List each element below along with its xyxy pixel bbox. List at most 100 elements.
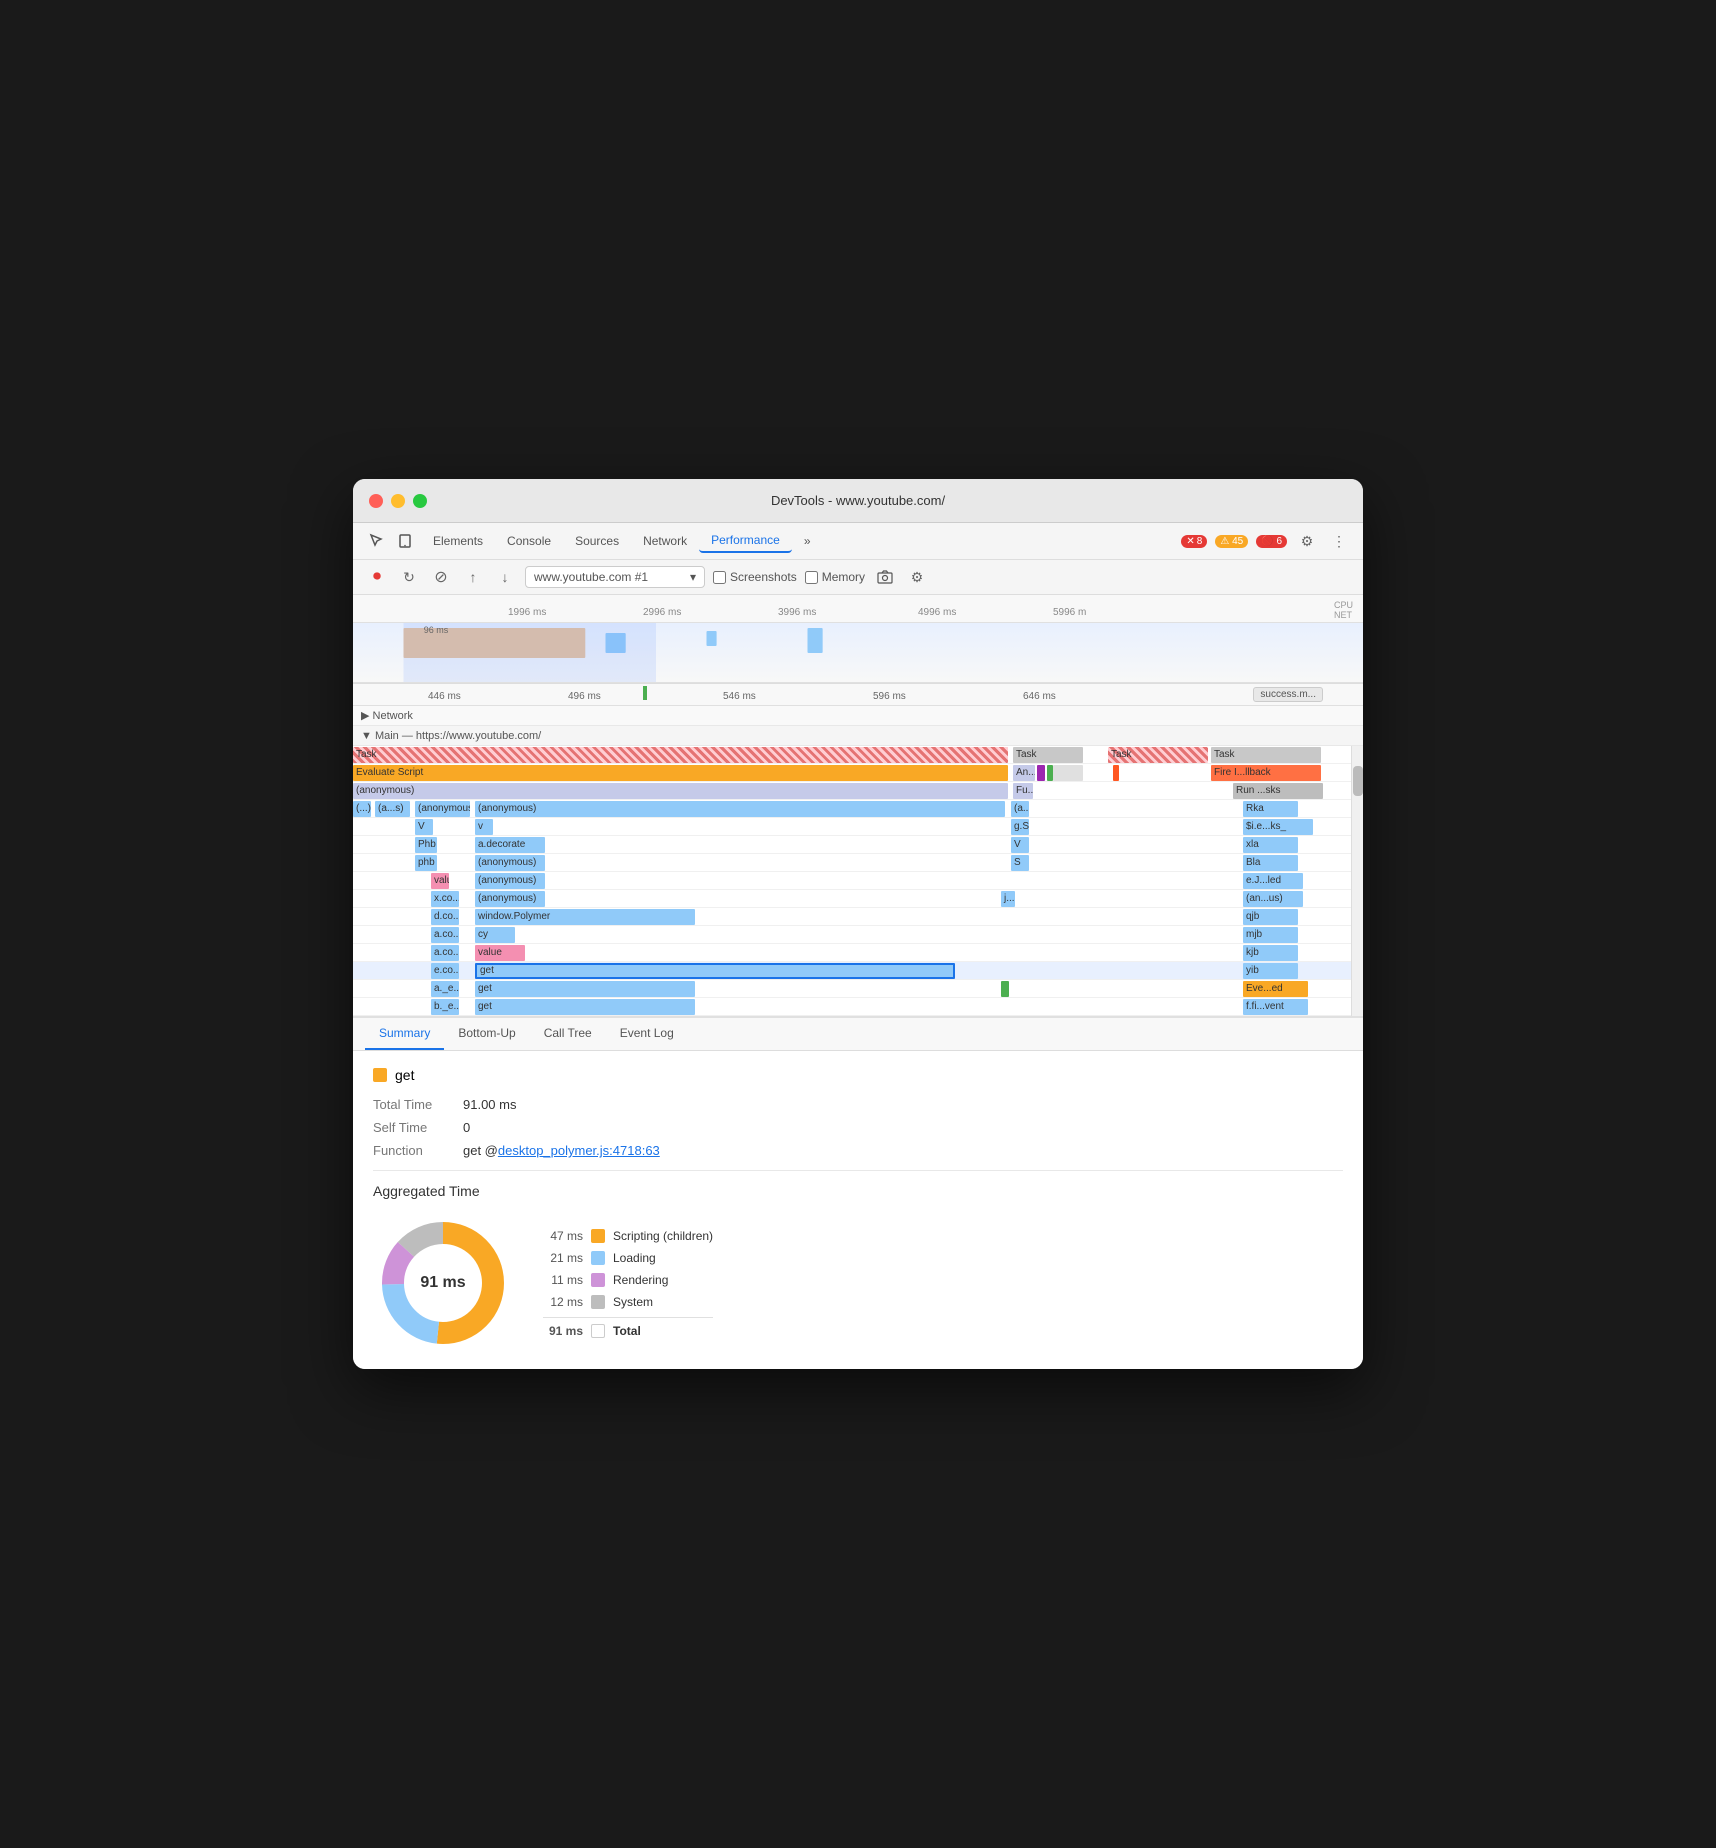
summary-content: get Total Time 91.00 ms Self Time 0 Func… — [353, 1051, 1363, 1369]
tab-network[interactable]: Network — [631, 530, 699, 552]
flame-scrollbar[interactable] — [1351, 746, 1363, 1016]
btab-call-tree[interactable]: Call Tree — [530, 1018, 606, 1050]
flame-row-get-selected[interactable]: e.co...ack get yib — [353, 962, 1363, 980]
ruler-mark-1: 1996 ms — [508, 607, 546, 618]
legend-row-system: 12 ms System — [543, 1295, 713, 1309]
tab-more[interactable]: » — [792, 530, 823, 552]
error-badge: ✕8 — [1181, 535, 1207, 548]
function-row: Function get @ desktop_polymer.js:4718:6… — [373, 1143, 1343, 1158]
refresh-icon[interactable]: ↻ — [397, 565, 421, 589]
more-icon[interactable]: ⋮ — [1327, 529, 1351, 553]
download-icon[interactable]: ↓ — [493, 565, 517, 589]
self-time-label: Self Time — [373, 1120, 463, 1135]
flame-row-funcs11: b._e...ties get f.fi...vent — [353, 998, 1363, 1016]
legend-name-total: Total — [613, 1324, 641, 1338]
legend-ms-system: 12 ms — [543, 1295, 583, 1309]
flame-row-funcs5: value (anonymous) e.J...led — [353, 872, 1363, 890]
cpu-net-labels: CPU NET — [1334, 600, 1353, 620]
legend-ms-loading: 21 ms — [543, 1251, 583, 1265]
log-badge: 🚫 6 — [1256, 535, 1287, 548]
capture-icon[interactable] — [873, 565, 897, 589]
flame-row-eval: Evaluate Script An...d Fire I...llback — [353, 764, 1363, 782]
legend-name-scripting: Scripting (children) — [613, 1229, 713, 1243]
legend-color-rendering — [591, 1273, 605, 1287]
tab-console[interactable]: Console — [495, 530, 563, 552]
traffic-lights — [369, 494, 427, 508]
inspect-icon[interactable] — [365, 529, 389, 553]
window-title: DevTools - www.youtube.com/ — [771, 493, 945, 508]
network-section-row: ▶ Network success.m... — [353, 706, 1363, 726]
success-badge: success.m... — [1253, 687, 1323, 702]
flame-row-funcs6: x.co...ack (anonymous) j... (an...us) — [353, 890, 1363, 908]
function-link[interactable]: desktop_polymer.js:4718:63 — [498, 1143, 660, 1158]
agg-content: 91 ms 47 ms Scripting (children) 21 ms L… — [373, 1213, 1343, 1353]
total-time-label: Total Time — [373, 1097, 463, 1112]
timeline-ruler: 1996 ms 2996 ms 3996 ms 4996 ms 5996 m C… — [353, 595, 1363, 623]
scrollbar-thumb[interactable] — [1353, 766, 1363, 796]
screenshots-label[interactable]: Screenshots — [713, 570, 797, 584]
timeline-mini[interactable]: 96 ms — [353, 623, 1363, 683]
flame-row-funcs4: phb (anonymous) S Bla — [353, 854, 1363, 872]
legend-name-rendering: Rendering — [613, 1273, 668, 1287]
flame-mark-546: 546 ms — [723, 691, 756, 702]
btab-bottom-up[interactable]: Bottom-Up — [444, 1018, 529, 1050]
legend-row-loading: 21 ms Loading — [543, 1251, 713, 1265]
flame-row-funcs1: (...) (a...s) (anonymous) (anonymous) (a… — [353, 800, 1363, 818]
legend-ms-scripting: 47 ms — [543, 1229, 583, 1243]
total-time-row: Total Time 91.00 ms — [373, 1097, 1343, 1112]
cpu-label: CPU — [1334, 600, 1353, 610]
legend-ms-rendering: 11 ms — [543, 1273, 583, 1287]
legend-row-total: 91 ms Total — [543, 1317, 713, 1338]
legend-row-rendering: 11 ms Rendering — [543, 1273, 713, 1287]
btab-event-log[interactable]: Event Log — [606, 1018, 688, 1050]
btab-summary[interactable]: Summary — [365, 1018, 444, 1050]
flame-mark-646: 646 ms — [1023, 691, 1056, 702]
clear-icon[interactable]: ⊘ — [429, 565, 453, 589]
main-label: ▼ Main — https://www.youtube.com/ — [361, 730, 541, 742]
main-section-row: ▼ Main — https://www.youtube.com/ — [353, 726, 1363, 746]
url-bar: www.youtube.com #1 ▾ — [525, 566, 705, 588]
screenshots-checkbox[interactable] — [713, 571, 726, 584]
flame-mark-596: 596 ms — [873, 691, 906, 702]
memory-label[interactable]: Memory — [805, 570, 865, 584]
donut-center-text: 91 ms — [420, 1274, 465, 1292]
close-button[interactable] — [369, 494, 383, 508]
settings-perf-icon[interactable]: ⚙ — [905, 565, 929, 589]
self-time-value: 0 — [463, 1120, 470, 1135]
flame-row-funcs10: a._e...ties get Eve...ed — [353, 980, 1363, 998]
minimize-button[interactable] — [391, 494, 405, 508]
flame-row-funcs7: d.co...ack window.Polymer qjb — [353, 908, 1363, 926]
memory-checkbox[interactable] — [805, 571, 818, 584]
legend-color-scripting — [591, 1229, 605, 1243]
maximize-button[interactable] — [413, 494, 427, 508]
upload-icon[interactable]: ↑ — [461, 565, 485, 589]
record-icon[interactable]: ⏺ — [365, 565, 389, 589]
devtools-window: DevTools - www.youtube.com/ Elements Con… — [353, 479, 1363, 1369]
main-toolbar: Elements Console Sources Network Perform… — [353, 523, 1363, 560]
divider — [373, 1170, 1343, 1171]
flame-ruler: 446 ms 496 ms 546 ms 596 ms 646 ms — [353, 684, 1363, 706]
flame-chart-section: 446 ms 496 ms 546 ms 596 ms 646 ms ▶ Net… — [353, 684, 1363, 1016]
flame-row-task: Task Task Task Task — [353, 746, 1363, 764]
performance-toolbar: ⏺ ↻ ⊘ ↑ ↓ www.youtube.com #1 ▾ Screensho… — [353, 560, 1363, 595]
legend-color-system — [591, 1295, 605, 1309]
ruler-mark-4: 4996 ms — [918, 607, 956, 618]
agg-title: Aggregated Time — [373, 1183, 1343, 1199]
flame-chart[interactable]: Task Task Task Task Eval — [353, 746, 1363, 1016]
legend-ms-total: 91 ms — [543, 1324, 583, 1338]
tab-performance[interactable]: Performance — [699, 529, 792, 553]
flame-row-funcs9: a.co...ack value kjb — [353, 944, 1363, 962]
legend-color-loading — [591, 1251, 605, 1265]
toolbar-icons: ✕8 ⚠ 45 🚫 6 ⚙ ⋮ — [1181, 529, 1351, 553]
flame-row-anon1: (anonymous) Fu...ll Run ...sks — [353, 782, 1363, 800]
flame-mark-446: 446 ms — [428, 691, 461, 702]
url-text: www.youtube.com #1 — [534, 570, 648, 584]
tab-sources[interactable]: Sources — [563, 530, 631, 552]
legend-table: 47 ms Scripting (children) 21 ms Loading… — [543, 1229, 713, 1338]
ruler-mark-3: 3996 ms — [778, 607, 816, 618]
device-icon[interactable] — [393, 529, 417, 553]
legend-name-loading: Loading — [613, 1251, 656, 1265]
func-color-indicator — [373, 1068, 387, 1082]
tab-elements[interactable]: Elements — [421, 530, 495, 552]
settings-icon[interactable]: ⚙ — [1295, 529, 1319, 553]
